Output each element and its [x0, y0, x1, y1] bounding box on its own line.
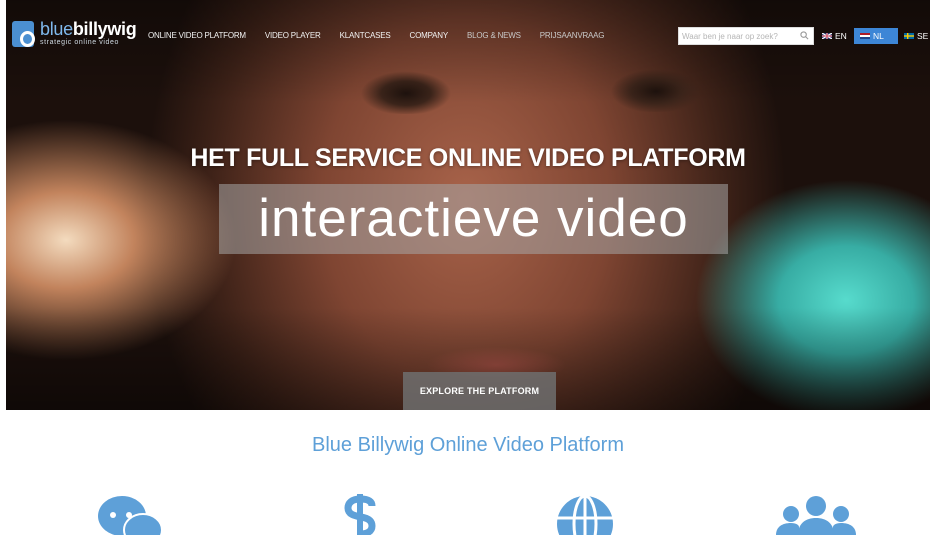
menu-item-prijsaanvraag[interactable]: PRIJSAANVRAAG	[540, 31, 605, 40]
language-en[interactable]: EN	[822, 28, 847, 44]
users-group-icon	[776, 496, 856, 535]
language-nl-label: NL	[873, 31, 884, 41]
menu-item-video-player[interactable]: VIDEO PLAYER	[265, 31, 321, 40]
hero-title: HET FULL SERVICE ONLINE VIDEO PLATFORM	[190, 144, 746, 172]
logo-mark-icon	[12, 20, 35, 47]
menu-item-klantcases[interactable]: KLANTCASES	[340, 31, 391, 40]
search-icon[interactable]	[800, 31, 809, 40]
search-box	[678, 27, 814, 45]
menu-item-blog-news[interactable]: BLOG & NEWS	[467, 31, 521, 40]
logo-name: bluebillywig	[40, 19, 137, 39]
logo-name-bold: billywig	[72, 19, 137, 39]
language-se[interactable]: SE	[904, 28, 928, 44]
language-nl[interactable]: NL	[854, 28, 898, 44]
hero-rotating-word: interactieve video	[219, 184, 728, 254]
logo-name-light: blue	[40, 19, 73, 39]
dollar-icon	[344, 494, 376, 535]
explore-platform-button[interactable]: EXPLORE THE PLATFORM	[403, 372, 556, 410]
sweden-flag-icon	[904, 33, 914, 39]
main-menu: ONLINE VIDEO PLATFORM VIDEO PLAYER KLANT…	[148, 31, 623, 40]
language-en-label: EN	[835, 31, 847, 41]
uk-flag-icon	[822, 33, 832, 39]
top-navbar: bluebillywig strategic online video ONLI…	[6, 14, 930, 58]
chat-bubbles-icon	[98, 496, 162, 535]
features-section-title: Blue Billywig Online Video Platform	[311, 434, 624, 456]
menu-item-online-video-platform[interactable]: ONLINE VIDEO PLATFORM	[148, 31, 246, 40]
language-se-label: SE	[917, 31, 929, 41]
logo-tagline: strategic online video	[40, 39, 119, 46]
netherlands-flag-icon	[860, 33, 870, 39]
search-input[interactable]	[682, 30, 792, 43]
globe-icon	[557, 494, 613, 535]
brand-logo[interactable]: bluebillywig strategic online video	[12, 19, 137, 47]
menu-item-company[interactable]: COMPANY	[410, 31, 449, 40]
logo-text: bluebillywig strategic online video	[40, 19, 137, 47]
